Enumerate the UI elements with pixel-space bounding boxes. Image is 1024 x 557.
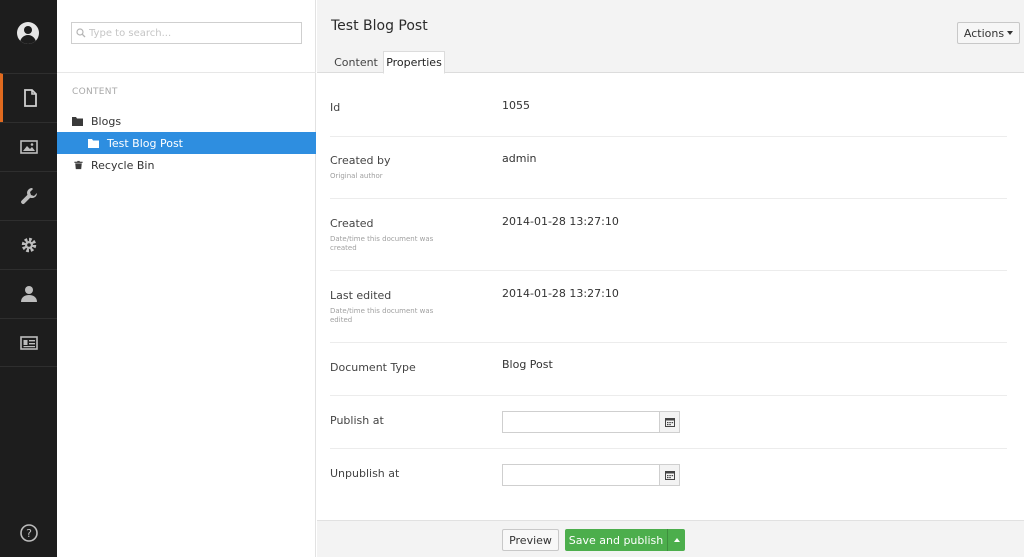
editor-footer: Preview Save and publish	[317, 520, 1024, 557]
property-label: Id	[330, 101, 341, 114]
property-label: Publish at	[330, 414, 384, 427]
help-icon: ?	[19, 523, 38, 542]
folder-icon	[88, 139, 99, 148]
id-card-icon	[19, 335, 38, 350]
property-label: Document Type	[330, 361, 416, 374]
editor-panel: Test Blog Post Actions Content Propertie…	[317, 0, 1024, 557]
tab-label: Properties	[386, 56, 442, 69]
property-value: 1055	[502, 99, 530, 112]
property-row-last-edited: Last edited Date/time this document was …	[330, 271, 1007, 343]
property-row-publish-at: Publish at	[330, 396, 1007, 449]
search-input[interactable]	[89, 25, 289, 41]
tree-section-label: CONTENT	[72, 87, 118, 97]
property-value: 2014-01-28 13:27:10	[502, 287, 619, 300]
property-label: Last edited	[330, 289, 392, 302]
tree-divider	[57, 72, 316, 73]
caret-down-icon	[1007, 31, 1014, 35]
preview-label: Preview	[509, 533, 552, 547]
property-value: 2014-01-28 13:27:10	[502, 215, 619, 228]
nav-help[interactable]: ?	[0, 508, 57, 557]
nav-developer[interactable]	[0, 220, 57, 269]
property-row-created: Created Date/time this document was crea…	[330, 199, 1007, 271]
tree-item-test-blog-post[interactable]: Test Blog Post	[57, 132, 316, 154]
image-icon	[19, 140, 38, 154]
tree-item-blogs[interactable]: Blogs	[57, 110, 316, 132]
actions-label: Actions	[963, 26, 1005, 40]
property-row-document-type: Document Type Blog Post	[330, 343, 1007, 396]
nav-settings[interactable]	[0, 171, 57, 220]
editor-header: Test Blog Post Actions Content Propertie…	[317, 0, 1024, 74]
user-avatar-icon[interactable]	[17, 22, 39, 44]
tab-content[interactable]: Content	[329, 51, 383, 73]
property-label: Created	[330, 217, 374, 230]
page-title: Test Blog Post	[331, 18, 428, 34]
calendar-icon	[664, 470, 675, 480]
property-label: Created by	[330, 154, 391, 167]
content-tree-panel: CONTENT Blogs Test Blog Post Recycle Bin	[57, 0, 316, 557]
nav-members[interactable]	[0, 318, 57, 367]
actions-button[interactable]: Actions	[957, 22, 1020, 44]
main-navigation: ?	[0, 0, 57, 557]
publish-at-field	[502, 411, 680, 433]
unpublish-at-input[interactable]	[503, 465, 661, 485]
svg-text:?: ?	[26, 527, 32, 540]
caret-up-icon	[673, 538, 680, 542]
publish-options-button[interactable]	[667, 529, 685, 551]
document-icon	[24, 89, 37, 107]
nav-content[interactable]	[0, 73, 57, 122]
nav-users[interactable]	[0, 269, 57, 318]
property-description: Original author	[330, 172, 383, 180]
trash-icon	[74, 160, 83, 170]
tree-item-label: Blogs	[91, 114, 122, 128]
save-and-publish-button[interactable]: Save and publish	[565, 529, 667, 551]
property-label: Unpublish at	[330, 467, 400, 480]
property-value: Blog Post	[502, 358, 553, 371]
tree-item-recycle-bin[interactable]: Recycle Bin	[57, 154, 316, 176]
tree-item-label: Test Blog Post	[107, 136, 183, 150]
tab-label: Content	[334, 55, 378, 69]
tab-properties[interactable]: Properties	[383, 51, 445, 74]
nav-media[interactable]	[0, 122, 57, 171]
property-row-created-by: Created by Original author admin	[330, 137, 1007, 199]
property-description: Date/time this document was edited	[330, 307, 434, 324]
save-and-publish-label: Save and publish	[568, 533, 664, 547]
preview-button[interactable]: Preview	[502, 529, 559, 551]
property-row-unpublish-at: Unpublish at	[330, 449, 1007, 502]
search-icon	[76, 28, 86, 38]
calendar-icon	[664, 417, 675, 427]
wrench-icon	[20, 188, 37, 204]
tree-item-label: Recycle Bin	[91, 158, 155, 172]
publish-at-calendar-button[interactable]	[659, 412, 679, 432]
unpublish-at-field	[502, 464, 680, 486]
person-icon	[20, 286, 37, 302]
property-value: admin	[502, 152, 537, 165]
property-row-id: Id 1055	[330, 86, 1007, 137]
unpublish-at-calendar-button[interactable]	[659, 465, 679, 485]
publish-at-input[interactable]	[503, 412, 661, 432]
folder-icon	[72, 117, 83, 126]
tree-search[interactable]	[71, 22, 302, 44]
property-description: Date/time this document was created	[330, 235, 434, 252]
gear-icon	[21, 237, 36, 253]
